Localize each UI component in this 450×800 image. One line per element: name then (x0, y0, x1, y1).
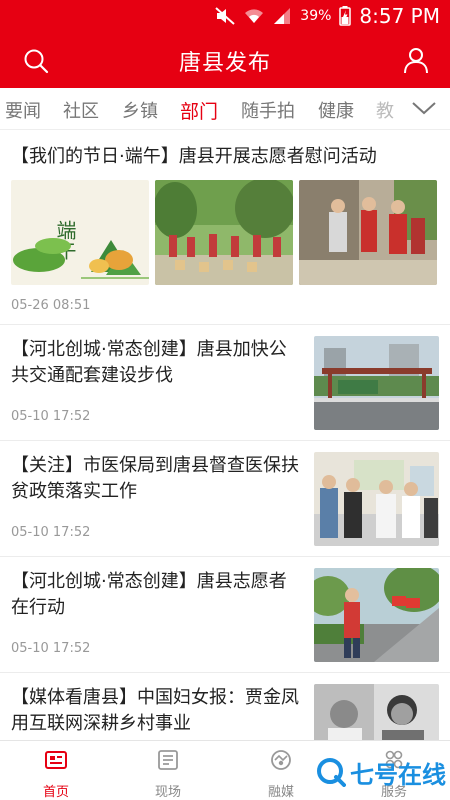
battery-percent: 39% (300, 8, 332, 24)
womens-news-thumbnail (314, 684, 439, 740)
scene-icon (158, 750, 178, 770)
page-title: 唐县发布 (178, 51, 271, 76)
tab-headlines[interactable]: 要闻 (5, 97, 41, 123)
nav-label: 首页 (42, 785, 69, 800)
site-watermark: 七号在线 (316, 752, 446, 792)
tab-snapshot[interactable]: 随手拍 (241, 97, 295, 123)
status-bar: 39% 8:57 PM (0, 0, 450, 32)
article-title: 【河北创城·常态创建】唐县加快公共交通配套建设步伐 (11, 339, 287, 386)
watermark-text: 七号在线 (350, 760, 446, 789)
nav-media[interactable]: 融媒 (251, 749, 311, 800)
volunteer-group-photo (155, 180, 293, 285)
article-item[interactable]: 【媒体看唐县】中国妇女报：贾金凤用互联网深耕乡村事业 (0, 674, 450, 740)
home-icon (45, 751, 67, 769)
tab-health[interactable]: 健康 (318, 97, 354, 123)
chevron-down-icon[interactable] (410, 96, 438, 120)
category-tabs: 要闻 社区 乡镇 部门 随手拍 健康 教 (0, 88, 450, 130)
volunteer-visit-photo (299, 180, 437, 285)
article-title: 【河北创城·常态创建】唐县志愿者在行动 (11, 571, 287, 618)
dragon-boat-festival-image: 端午 (11, 180, 149, 285)
bus-stop-thumbnail (314, 336, 439, 430)
signal-icon (274, 8, 291, 24)
article-item[interactable]: 【河北创城·常态创建】唐县志愿者在行动 05-10 17:52 (0, 558, 450, 673)
article-time: 05-10 17:52 (11, 641, 91, 656)
tab-departments[interactable]: 部门 (180, 97, 218, 124)
article-title: 【媒体看唐县】中国妇女报：贾金凤用互联网深耕乡村事业 (11, 687, 299, 734)
media-icon (271, 750, 291, 770)
watermark-logo-icon (317, 758, 346, 787)
tab-education[interactable]: 教 (376, 97, 394, 123)
app-header: 唐县发布 (0, 32, 450, 88)
nav-label: 现场 (154, 785, 181, 800)
wifi-icon (245, 9, 264, 23)
tab-community[interactable]: 社区 (63, 97, 99, 123)
status-bar-right: 39% 8:57 PM (214, 4, 440, 28)
volunteers-action-thumbnail (314, 568, 439, 662)
news-feed: 【我们的节日·端午】唐县开展志愿者慰问活动 端午 05-26 08:51 【河北… (0, 130, 450, 740)
user-icon[interactable] (402, 46, 430, 74)
article-time: 05-10 17:52 (11, 525, 91, 540)
article-title: 【我们的节日·端午】唐县开展志愿者慰问活动 (11, 146, 377, 167)
article-item[interactable]: 【关注】市医保局到唐县督查医保扶贫政策落实工作 05-10 17:52 (0, 442, 450, 557)
featured-article[interactable]: 【我们的节日·端午】唐县开展志愿者慰问活动 端午 05-26 08:51 (0, 130, 450, 325)
featured-images: 端午 (11, 180, 437, 285)
nav-label: 融媒 (267, 785, 294, 800)
medical-inspection-thumbnail (314, 452, 439, 546)
article-time: 05-10 17:52 (11, 409, 91, 424)
nav-scene[interactable]: 现场 (138, 749, 198, 800)
article-time: 05-26 08:51 (11, 298, 91, 313)
tab-towns[interactable]: 乡镇 (122, 97, 158, 123)
battery-icon (339, 6, 352, 26)
nav-home[interactable]: 首页 (26, 749, 86, 800)
mute-icon (215, 7, 235, 25)
article-item[interactable]: 【河北创城·常态创建】唐县加快公共交通配套建设步伐 05-10 17:52 (0, 326, 450, 441)
article-title: 【关注】市医保局到唐县督查医保扶贫政策落实工作 (11, 455, 299, 502)
clock: 8:57 PM (359, 4, 440, 28)
